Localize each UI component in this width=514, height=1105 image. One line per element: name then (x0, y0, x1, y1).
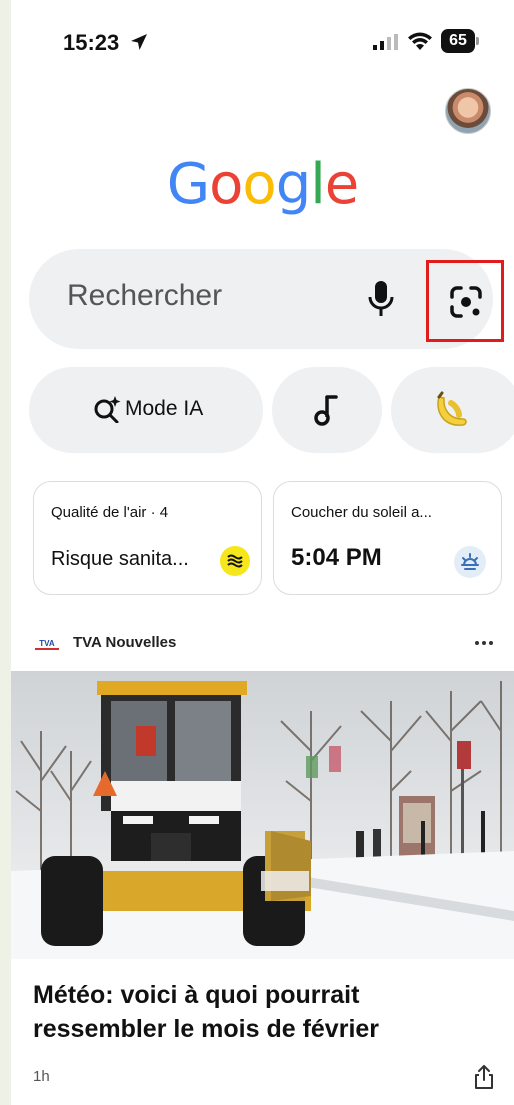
source-name: TVA Nouvelles (73, 634, 177, 651)
sunset-badge (454, 546, 486, 578)
lens-button[interactable] (426, 260, 504, 342)
air-quality-badge (220, 546, 250, 576)
song-search-chip[interactable] (272, 367, 382, 453)
more-dots-icon[interactable] (473, 638, 495, 648)
sunset-card[interactable]: Coucher du soleil a... 5:04 PM (273, 481, 502, 595)
air-quality-value: Risque sanita... (51, 548, 189, 570)
logo-letter: G (166, 152, 210, 217)
sunset-icon (461, 553, 479, 570)
article-age: 1h (33, 1068, 50, 1085)
status-time: 15:23 (63, 30, 120, 55)
sunset-time: 5:04 PM (291, 544, 382, 571)
wifi-icon (408, 32, 432, 50)
air-quality-icon (227, 554, 243, 568)
ai-mode-label: Mode IA (125, 397, 204, 420)
battery-level: 65 (441, 29, 475, 53)
article-image[interactable] (11, 671, 514, 959)
lens-camera-icon[interactable] (449, 285, 483, 319)
image-generation-chip[interactable] (391, 367, 514, 453)
logo-letter: o (209, 152, 243, 217)
search-placeholder[interactable]: Rechercher (67, 279, 222, 313)
logo-letter: l (310, 152, 326, 217)
air-quality-title: Qualité de l'air · 4 (51, 504, 169, 521)
air-quality-card[interactable]: Qualité de l'air · 4 Risque sanita... (33, 481, 262, 595)
article-headline[interactable]: Météo: voici à quoi pourrait ressembler … (33, 978, 493, 1046)
status-bar: 15:23 65 (11, 24, 514, 60)
mic-icon[interactable] (367, 279, 395, 319)
ai-mode-chip[interactable]: Mode IA (29, 367, 263, 453)
share-icon[interactable] (473, 1064, 495, 1090)
svg-text:TVA: TVA (39, 639, 55, 648)
logo-letter: g (275, 152, 312, 217)
logo-letter: o (242, 152, 276, 217)
battery-tip (476, 37, 479, 45)
google-app-screen: 15:23 65 Google Rechercher Mode IA Quali… (11, 0, 514, 1105)
battery-indicator: 65 (441, 29, 479, 53)
account-avatar[interactable] (445, 88, 491, 134)
search-bar[interactable]: Rechercher (29, 249, 504, 349)
google-logo: Google (11, 152, 514, 217)
sunset-title: Coucher du soleil a... (291, 504, 432, 521)
tva-logo-icon: TVA (33, 636, 61, 652)
banana-icon (437, 391, 467, 426)
logo-letter: e (324, 152, 359, 217)
location-arrow-icon (131, 34, 147, 50)
signal-icon (373, 34, 398, 50)
music-note-icon (314, 395, 338, 426)
ai-sparkle-search-icon (94, 396, 121, 423)
